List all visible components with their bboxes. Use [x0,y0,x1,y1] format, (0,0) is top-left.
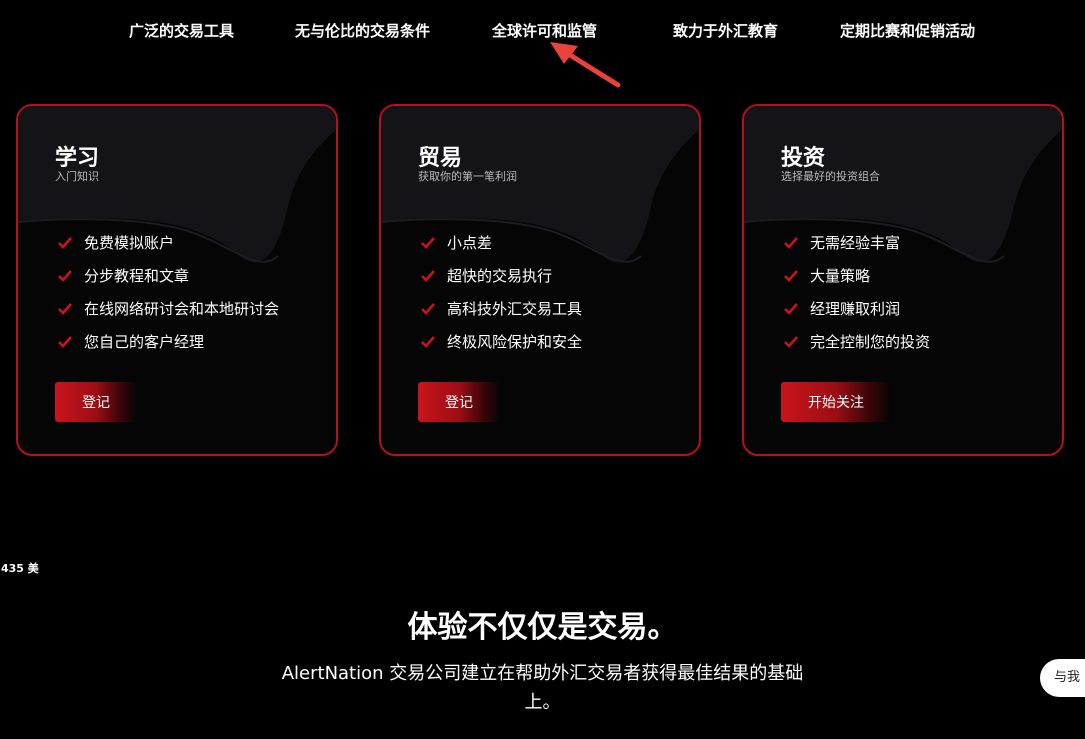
nav-item-licensing[interactable]: 全球许可和监管 [492,20,597,41]
card-subtitle: 获取你的第一笔利润 [418,170,517,183]
feature-text: 在线网络研讨会和本地研讨会 [84,300,280,318]
register-button[interactable]: 登记 [418,382,500,422]
feature-item: 高科技外汇交易工具 [421,300,582,333]
feature-item: 分步教程和文章 [58,267,279,300]
nav-item-trading-conditions[interactable]: 无与伦比的交易条件 [295,20,430,41]
feature-item: 您自己的客户经理 [58,333,279,366]
feature-item: 大量策略 [784,267,930,300]
feature-text: 无需经验丰富 [810,234,901,252]
feature-item: 小点差 [421,234,582,267]
check-icon [421,336,435,348]
check-icon [58,237,72,249]
feature-text: 您自己的客户经理 [84,333,205,351]
check-icon [58,336,72,348]
card-invest: 投资 选择最好的投资组合 无需经验丰富 大量策略 经理赚取利润 完全控制您的投资… [742,104,1064,456]
check-icon [421,237,435,249]
nav-item-education[interactable]: 致力于外汇教育 [673,20,778,41]
feature-item: 完全控制您的投资 [784,333,930,366]
feature-item: 超快的交易执行 [421,267,582,300]
feature-item: 在线网络研讨会和本地研讨会 [58,300,279,333]
check-icon [58,270,72,282]
feature-text: 分步教程和文章 [84,267,190,285]
check-icon [784,303,798,315]
feature-text: 经理赚取利润 [810,300,901,318]
check-icon [784,336,798,348]
nav-item-trading-tools[interactable]: 广泛的交易工具 [129,20,234,41]
feature-list: 免费模拟账户 分步教程和文章 在线网络研讨会和本地研讨会 您自己的客户经理 [58,234,279,366]
check-icon [784,270,798,282]
hero-headline: 体验不仅仅是交易。 [407,610,678,645]
feature-list: 无需经验丰富 大量策略 经理赚取利润 完全控制您的投资 [784,234,930,366]
feature-text: 大量策略 [810,267,871,285]
feature-text: 免费模拟账户 [84,234,175,252]
card-trade: 贸易 获取你的第一笔利润 小点差 超快的交易执行 高科技外汇交易工具 终极风险保… [379,104,701,456]
check-icon [421,303,435,315]
nav-item-promotions[interactable]: 定期比赛和促销活动 [840,20,975,41]
check-icon [58,303,72,315]
hero-description: AlertNation 交易公司建立在帮助外汇交易者获得最佳结果的基础上。 [281,663,804,713]
price-ticker: 435 美 [1,562,39,575]
feature-text: 终极风险保护和安全 [447,333,583,351]
feature-item: 终极风险保护和安全 [421,333,582,366]
card-subtitle: 入门知识 [55,170,99,183]
follow-button[interactable]: 开始关注 [781,382,891,422]
feature-item: 无需经验丰富 [784,234,930,267]
card-subtitle: 选择最好的投资组合 [781,170,880,183]
feature-text: 小点差 [447,234,493,252]
feature-list: 小点差 超快的交易执行 高科技外汇交易工具 终极风险保护和安全 [421,234,582,366]
arrow-icon [550,42,621,88]
feature-text: 完全控制您的投资 [810,333,931,351]
chat-button[interactable]: 与我 [1040,659,1085,697]
feature-text: 超快的交易执行 [447,267,553,285]
feature-item: 免费模拟账户 [58,234,279,267]
feature-text: 高科技外汇交易工具 [447,300,583,318]
feature-item: 经理赚取利润 [784,300,930,333]
check-icon [421,270,435,282]
check-icon [784,237,798,249]
register-button[interactable]: 登记 [55,382,137,422]
top-nav: 广泛的交易工具 无与伦比的交易条件 全球许可和监管 致力于外汇教育 定期比赛和促… [0,20,1085,40]
card-learn: 学习 入门知识 免费模拟账户 分步教程和文章 在线网络研讨会和本地研讨会 您自己… [16,104,338,456]
